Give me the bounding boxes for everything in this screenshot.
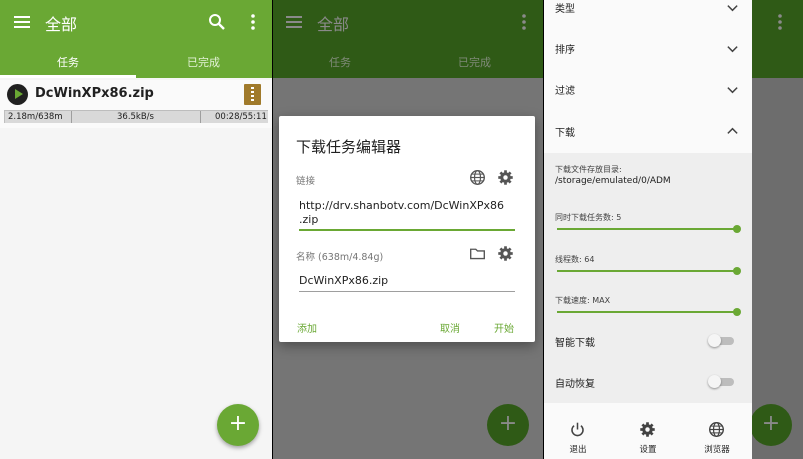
link-value-line: http://drv.shanbotv.com/DcWinXPx86 [299,199,505,212]
time-remaining: 00:28/55:11 [215,112,267,122]
speed-limit-label: 下载速度: MAX [555,296,611,305]
link-field-underline [299,229,515,231]
tab-tasks[interactable]: 任务 [57,54,79,70]
search-icon[interactable] [207,12,227,32]
add-icon: + [498,411,518,436]
globe-icon [709,422,724,437]
task-name: DcWinXPx86.zip [35,86,154,101]
exit-label: 退出 [569,445,587,455]
section-label: 类型 [555,4,575,15]
name-field[interactable]: DcWinXPx86.zip [299,274,388,288]
download-settings: 下载文件存放目录: /storage/emulated/0/ADM 同时下载任务… [544,153,752,403]
link-field[interactable]: http://drv.shanbotv.com/DcWinXPx86 .zip [299,199,504,227]
settings-button[interactable]: 设置 [618,403,678,459]
section-label: 过滤 [555,86,575,97]
concurrent-tasks-label: 同时下载任务数: 5 [555,213,622,222]
toggle-knob[interactable] [708,375,721,388]
link-label: 链接 [296,176,316,187]
chevron-down-icon [727,87,738,94]
list-item[interactable]: DcWinXPx86.zip 2.18m/638m 36.5kB/s 00:28… [0,80,272,128]
section-label: 排序 [555,45,575,56]
download-dir-value[interactable]: /storage/emulated/0/ADM [555,176,671,186]
tab-indicator [0,75,136,78]
globe-icon[interactable] [469,169,486,186]
chevron-up-icon [727,127,738,134]
settings-drawer: 类型 排序 过滤 下载 下载文件存放目录: /storage/emulated/… [544,0,752,459]
app-toolbar: 全部 [273,0,543,44]
folder-icon[interactable] [469,245,486,262]
smart-download-label: 智能下载 [555,338,595,349]
download-task-dialog: 下载任务编辑器 链接 http://drv.shanbotv.com/DcWin… [279,116,535,342]
add-icon: + [228,411,248,436]
more-vert-icon [522,14,526,30]
download-speed: 36.5kB/s [117,112,154,122]
menu-icon [286,16,302,28]
page-title: 全部 [317,15,350,34]
play-icon[interactable] [7,84,28,105]
settings-screen: + 类型 排序 过滤 下载 下载文件存放目录: /storage/emulate… [544,0,803,459]
threads-label: 线程数: 64 [555,255,595,264]
tab-bar: 任务 已完成 [0,44,272,78]
progress-text: 2.18m/638m [8,112,63,122]
power-icon [571,422,584,437]
tab-bar: 任务 已完成 [273,44,543,78]
start-button[interactable]: 开始 [494,320,514,335]
concurrent-tasks-slider[interactable] [557,228,737,230]
section-download[interactable]: 下载 [544,112,752,152]
gear-icon[interactable] [497,169,514,186]
task-list-screen: 全部 任务 已完成 DcWinXPx86.zip 2.18m/638m 36.5… [0,0,272,459]
section-label: 下载 [555,128,575,139]
download-dir-label: 下载文件存放目录: [555,165,622,174]
divider [71,111,72,123]
threads-slider[interactable] [557,270,737,272]
settings-label: 设置 [639,445,657,455]
divider [200,111,201,123]
menu-icon[interactable] [12,12,32,32]
cancel-button[interactable]: 取消 [440,320,460,335]
speed-limit-slider[interactable] [557,311,737,313]
link-value-line: .zip [299,213,319,226]
progress-fill [4,111,5,123]
section-filter[interactable]: 过滤 [544,70,752,110]
tab-completed: 已完成 [458,56,491,69]
gear-icon[interactable] [497,245,514,262]
zip-archive-icon [244,84,261,105]
browser-button[interactable]: 浏览器 [687,403,747,459]
gear-icon [640,422,655,437]
chevron-down-icon [727,5,738,12]
more-vert-icon [778,14,782,30]
add-button[interactable]: 添加 [297,320,317,335]
add-task-button[interactable]: + [217,404,259,446]
slider-knob[interactable] [733,225,741,233]
section-type[interactable]: 类型 [544,0,752,28]
progress-bar: 2.18m/638m 36.5kB/s 00:28/55:11 [4,110,268,123]
tab-tasks: 任务 [329,56,351,69]
section-sort[interactable]: 排序 [544,29,752,69]
bottom-navigation: 退出 设置 浏览器 [544,403,752,459]
exit-button[interactable]: 退出 [548,403,608,459]
task-editor-screen: 全部 任务 已完成 + 下载任务编辑器 链接 http://drv.shanbo… [273,0,543,459]
tab-completed[interactable]: 已完成 [187,54,220,70]
browser-label: 浏览器 [704,445,730,455]
page-title: 全部 [45,15,78,34]
slider-knob[interactable] [733,308,741,316]
name-label: 名称 (638m/4.84g) [296,252,384,263]
dialog-title: 下载任务编辑器 [296,138,402,156]
toggle-knob[interactable] [708,334,721,347]
more-vert-icon[interactable] [243,12,263,32]
add-icon: + [761,411,781,436]
app-toolbar: 全部 [0,0,272,44]
add-task-button: + [750,404,792,446]
name-field-underline [299,291,515,292]
add-task-button: + [487,404,529,446]
slider-knob[interactable] [733,267,741,275]
chevron-down-icon [727,46,738,53]
auto-resume-label: 自动恢复 [555,379,595,390]
